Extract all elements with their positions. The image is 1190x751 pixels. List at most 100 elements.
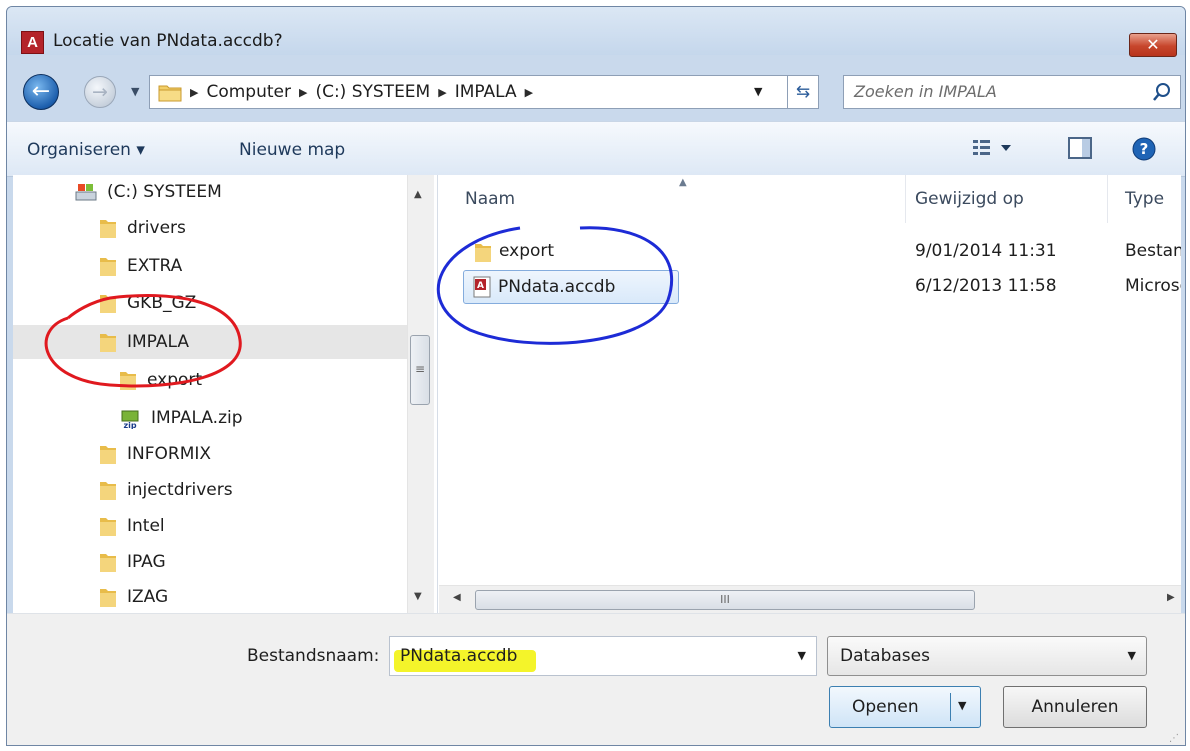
tree-item-informix[interactable]: INFORMIX [99, 437, 211, 471]
folder-icon [100, 589, 116, 607]
file-modified: 9/01/2014 11:31 [915, 241, 1057, 261]
folder-icon [100, 446, 116, 464]
svg-text:A: A [477, 281, 484, 291]
search-box[interactable]: Zoeken in IMPALA [843, 75, 1181, 109]
back-button[interactable]: ← [23, 74, 59, 110]
tree-label: IPAG [127, 552, 166, 572]
scroll-down-icon[interactable]: ▼ [414, 591, 422, 602]
folder-icon [100, 295, 116, 313]
address-bar[interactable]: ▶ Computer ▶ (C:) SYSTEEM ▶ IMPALA ▶ ▼ [149, 75, 817, 109]
svg-text:?: ? [1140, 140, 1149, 158]
folder-icon [100, 518, 116, 536]
refresh-button[interactable]: ⇆ [787, 75, 819, 109]
open-button-label: Openen [852, 697, 919, 717]
preview-pane-icon[interactable] [1067, 136, 1093, 160]
tree-item-ipag[interactable]: IPAG [99, 545, 166, 579]
resize-grip-icon[interactable]: ⋰ [1169, 733, 1179, 744]
tree-item-drivers[interactable]: drivers [99, 211, 186, 245]
breadcrumb-computer[interactable]: Computer [206, 82, 291, 104]
chevron-down-icon[interactable]: ▼ [958, 699, 966, 712]
column-header-name[interactable]: Naam [465, 189, 515, 209]
new-folder-button[interactable]: Nieuwe map [239, 140, 345, 160]
scroll-left-icon[interactable]: ◀ [453, 592, 461, 603]
help-icon[interactable]: ? [1131, 136, 1157, 162]
column-divider[interactable] [1107, 175, 1108, 223]
scroll-right-icon[interactable]: ▶ [1167, 592, 1175, 603]
filename-label: Bestandsnaam: [247, 646, 380, 666]
tree-item-drive[interactable]: (C:) SYSTEEM [75, 175, 222, 209]
tree-item-extra[interactable]: EXTRA [99, 249, 182, 283]
tree-label: IMPALA [127, 332, 189, 352]
file-name: PNdata.accdb [498, 277, 616, 297]
cancel-button[interactable]: Annuleren [1003, 686, 1147, 728]
file-dialog-window: A Locatie van PNdata.accdb? ✕ ← → ▼ ▶ Co… [6, 6, 1186, 746]
tree-label: Intel [127, 516, 165, 536]
file-horizontal-scrollbar[interactable]: ◀ III ▶ [439, 585, 1181, 613]
folder-icon [100, 482, 116, 500]
address-dropdown-icon[interactable]: ▼ [754, 85, 762, 98]
chevron-right-icon[interactable]: ▶ [438, 82, 446, 104]
command-bar: Organiseren ▾ Nieuwe map ? [7, 121, 1185, 177]
svg-text:zip: zip [123, 421, 136, 429]
column-header-type[interactable]: Type [1125, 189, 1164, 209]
forward-button[interactable]: → [84, 76, 116, 108]
filetype-select[interactable]: Databases ▼ [827, 636, 1147, 676]
tree-label: drivers [127, 218, 186, 238]
close-button[interactable]: ✕ [1129, 33, 1177, 57]
folder-icon [100, 334, 116, 352]
view-options-icon[interactable] [971, 136, 1015, 160]
title-bar[interactable]: A Locatie van PNdata.accdb? ✕ [7, 7, 1185, 57]
navigation-pane: (C:) SYSTEEM drivers EXTRA GKB_GZ IMPALA… [13, 175, 438, 613]
chevron-down-icon[interactable]: ▼ [1128, 649, 1136, 662]
chevron-right-icon[interactable]: ▶ [299, 82, 307, 104]
tree-label: injectdrivers [127, 480, 233, 500]
search-icon[interactable] [1152, 82, 1172, 102]
tree-item-impala[interactable]: IMPALA [13, 325, 407, 359]
filetype-value: Databases [840, 646, 930, 666]
file-row-export[interactable]: export 9/01/2014 11:31 Bestand [463, 235, 1181, 269]
dialog-footer: Bestandsnaam: PNdata.accdb ▼ Databases ▼… [7, 613, 1185, 745]
file-list: ▲ Naam Gewijzigd op Type export 9/01/201… [439, 175, 1181, 613]
tree-label: INFORMIX [127, 444, 212, 464]
scroll-thumb[interactable]: ≡ [410, 335, 430, 405]
tree-label: EXTRA [127, 256, 183, 276]
file-type: Microsc [1125, 276, 1181, 296]
tree-item-gkb-gz[interactable]: GKB_GZ [99, 286, 196, 320]
tree-item-impala-zip[interactable]: zip IMPALA.zip [119, 401, 243, 435]
tree-item-injectdrivers[interactable]: injectdrivers [99, 473, 233, 507]
folder-icon [100, 554, 116, 572]
column-divider[interactable] [905, 175, 906, 223]
refresh-icon: ⇆ [795, 82, 811, 102]
file-type: Bestand [1125, 241, 1181, 261]
column-header-modified[interactable]: Gewijzigd op [915, 189, 1024, 209]
window-title: Locatie van PNdata.accdb? [53, 31, 283, 51]
tree-label: IMPALA.zip [151, 408, 243, 428]
breadcrumb-drive[interactable]: (C:) SYSTEEM [315, 82, 430, 104]
file-name: export [499, 241, 555, 261]
folder-icon [158, 85, 182, 102]
chevron-right-icon: ▶ [190, 86, 199, 99]
breadcrumb: ▶ Computer ▶ (C:) SYSTEEM ▶ IMPALA ▶ [190, 82, 533, 104]
search-input[interactable]: Zoeken in IMPALA [854, 82, 997, 101]
filename-value[interactable]: PNdata.accdb [400, 646, 517, 666]
chevron-down-icon[interactable]: ▼ [798, 649, 806, 662]
nav-vertical-scrollbar[interactable]: ▲ ≡ ▼ [407, 175, 434, 613]
tree-label: export [147, 370, 203, 390]
tree-label: GKB_GZ [127, 293, 197, 313]
tree-item-export[interactable]: export [119, 363, 202, 397]
open-button[interactable]: Openen ▼ [829, 686, 981, 728]
recent-pages-dropdown[interactable]: ▼ [131, 85, 139, 98]
tree-item-intel[interactable]: Intel [99, 509, 165, 543]
tree-label: (C:) SYSTEEM [107, 182, 222, 202]
filename-field[interactable]: PNdata.accdb ▼ [389, 636, 817, 676]
file-row-pndata-selected[interactable]: A PNdata.accdb [463, 270, 679, 304]
breadcrumb-impala[interactable]: IMPALA [455, 82, 517, 104]
scroll-up-icon[interactable]: ▲ [414, 189, 422, 200]
browser-area: (C:) SYSTEEM drivers EXTRA GKB_GZ IMPALA… [13, 175, 1181, 613]
scroll-thumb[interactable]: III [475, 590, 975, 610]
chevron-right-icon[interactable]: ▶ [525, 82, 533, 104]
access-file-icon: A [473, 276, 491, 298]
tree-item-izag[interactable]: IZAG [99, 580, 168, 614]
organize-button[interactable]: Organiseren ▾ [27, 140, 145, 160]
sort-ascending-icon: ▲ [679, 177, 687, 188]
